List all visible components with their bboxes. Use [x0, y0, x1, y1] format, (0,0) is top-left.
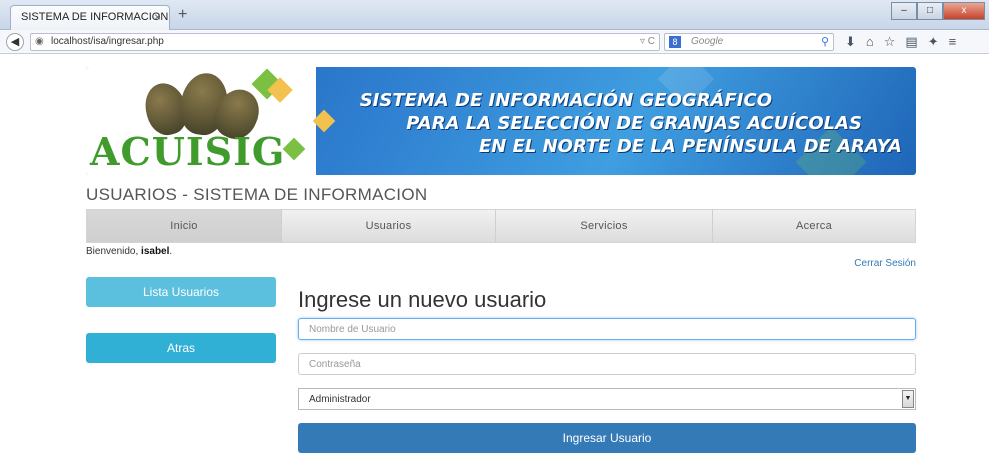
welcome-suffix: . — [169, 246, 173, 257]
welcome-message: Bienvenido, isabel. — [86, 246, 172, 257]
toolbar-icons: ⬇ ⌂ ☆ ▤ ✦ ≡ — [845, 34, 956, 50]
nav-item-inicio[interactable]: Inicio — [87, 210, 282, 242]
search-bar[interactable]: 8 Google ⚲ — [664, 33, 834, 51]
bookmarks-icon[interactable]: ▤ — [905, 34, 917, 50]
globe-icon: ◉ — [35, 36, 44, 47]
banner-title-line: PARA LA SELECCIÓN DE GRANJAS ACUÍCOLAS — [406, 113, 862, 134]
submit-user-button[interactable]: Ingresar Usuario — [298, 423, 916, 453]
site-banner: ACUISIG SISTEMA DE INFORMACIÓN GEOGRÁFIC… — [86, 67, 916, 175]
username: isabel — [141, 246, 170, 257]
banner-title-line: SISTEMA DE INFORMACIÓN GEOGRÁFICO — [359, 90, 772, 111]
back-button[interactable]: Atras — [86, 333, 276, 363]
maximize-button[interactable]: □ — [917, 2, 943, 20]
minimize-button[interactable]: – — [891, 2, 917, 20]
password-field[interactable]: Contraseña — [298, 353, 916, 375]
list-users-button[interactable]: Lista Usuarios — [86, 277, 276, 307]
bookmark-star-icon[interactable]: ☆ — [884, 34, 896, 50]
banner-title: SISTEMA DE INFORMACIÓN GEOGRÁFICO PARA L… — [342, 89, 902, 158]
nav-item-servicios[interactable]: Servicios — [496, 210, 713, 242]
url-text: localhost/isa/ingresar.php — [51, 36, 164, 47]
close-icon[interactable]: × — [154, 10, 161, 24]
diamond-icon — [312, 109, 336, 133]
logo-area: ACUISIG — [86, 67, 316, 175]
back-arrow-icon[interactable]: ◀ — [6, 33, 24, 51]
url-bar[interactable]: ◉ localhost/isa/ingresar.php ▿ C — [30, 33, 660, 51]
menu-icon[interactable]: ≡ — [949, 34, 957, 50]
browser-navbar: ◀ ◉ localhost/isa/ingresar.php ▿ C 8 Goo… — [0, 30, 989, 54]
search-icon[interactable]: ⚲ — [821, 35, 829, 48]
logout-link[interactable]: Cerrar Sesión — [854, 258, 916, 269]
nav-item-usuarios[interactable]: Usuarios — [282, 210, 496, 242]
close-window-button[interactable]: x — [943, 2, 985, 20]
home-icon[interactable]: ⌂ — [866, 34, 874, 50]
new-tab-button[interactable]: + — [178, 6, 187, 24]
role-selected-value: Administrador — [309, 394, 371, 405]
banner-title-line: EN EL NORTE DE LA PENÍNSULA DE ARAYA — [478, 136, 902, 157]
logo-text: ACUISIG — [90, 129, 286, 174]
reload-icon[interactable]: ▿ C — [640, 36, 655, 47]
window-controls: – □ x — [891, 2, 985, 20]
main-nav: Inicio Usuarios Servicios Acerca — [86, 209, 916, 243]
chevron-down-icon[interactable]: ▼ — [902, 390, 914, 408]
download-icon[interactable]: ⬇ — [845, 34, 856, 50]
extension-icon[interactable]: ✦ — [928, 34, 939, 50]
welcome-prefix: Bienvenido, — [86, 246, 142, 257]
nav-item-acerca[interactable]: Acerca — [713, 210, 915, 242]
browser-tabbar: SISTEMA DE INFORMACION G... × + – □ x — [0, 0, 989, 30]
page-content: ACUISIG SISTEMA DE INFORMACIÓN GEOGRÁFIC… — [0, 55, 989, 472]
google-icon[interactable]: 8 — [669, 36, 681, 48]
username-field[interactable]: Nombre de Usuario — [298, 318, 916, 340]
search-placeholder: Google — [691, 36, 724, 47]
role-select[interactable]: Administrador ▼ — [298, 388, 916, 410]
page-title: USUARIOS - SISTEMA DE INFORMACION — [86, 185, 428, 204]
browser-tab[interactable]: SISTEMA DE INFORMACION G... × — [10, 5, 170, 30]
diamond-icon — [282, 137, 306, 161]
form-title: Ingrese un nuevo usuario — [298, 287, 547, 312]
tab-title: SISTEMA DE INFORMACION G... — [21, 11, 169, 23]
